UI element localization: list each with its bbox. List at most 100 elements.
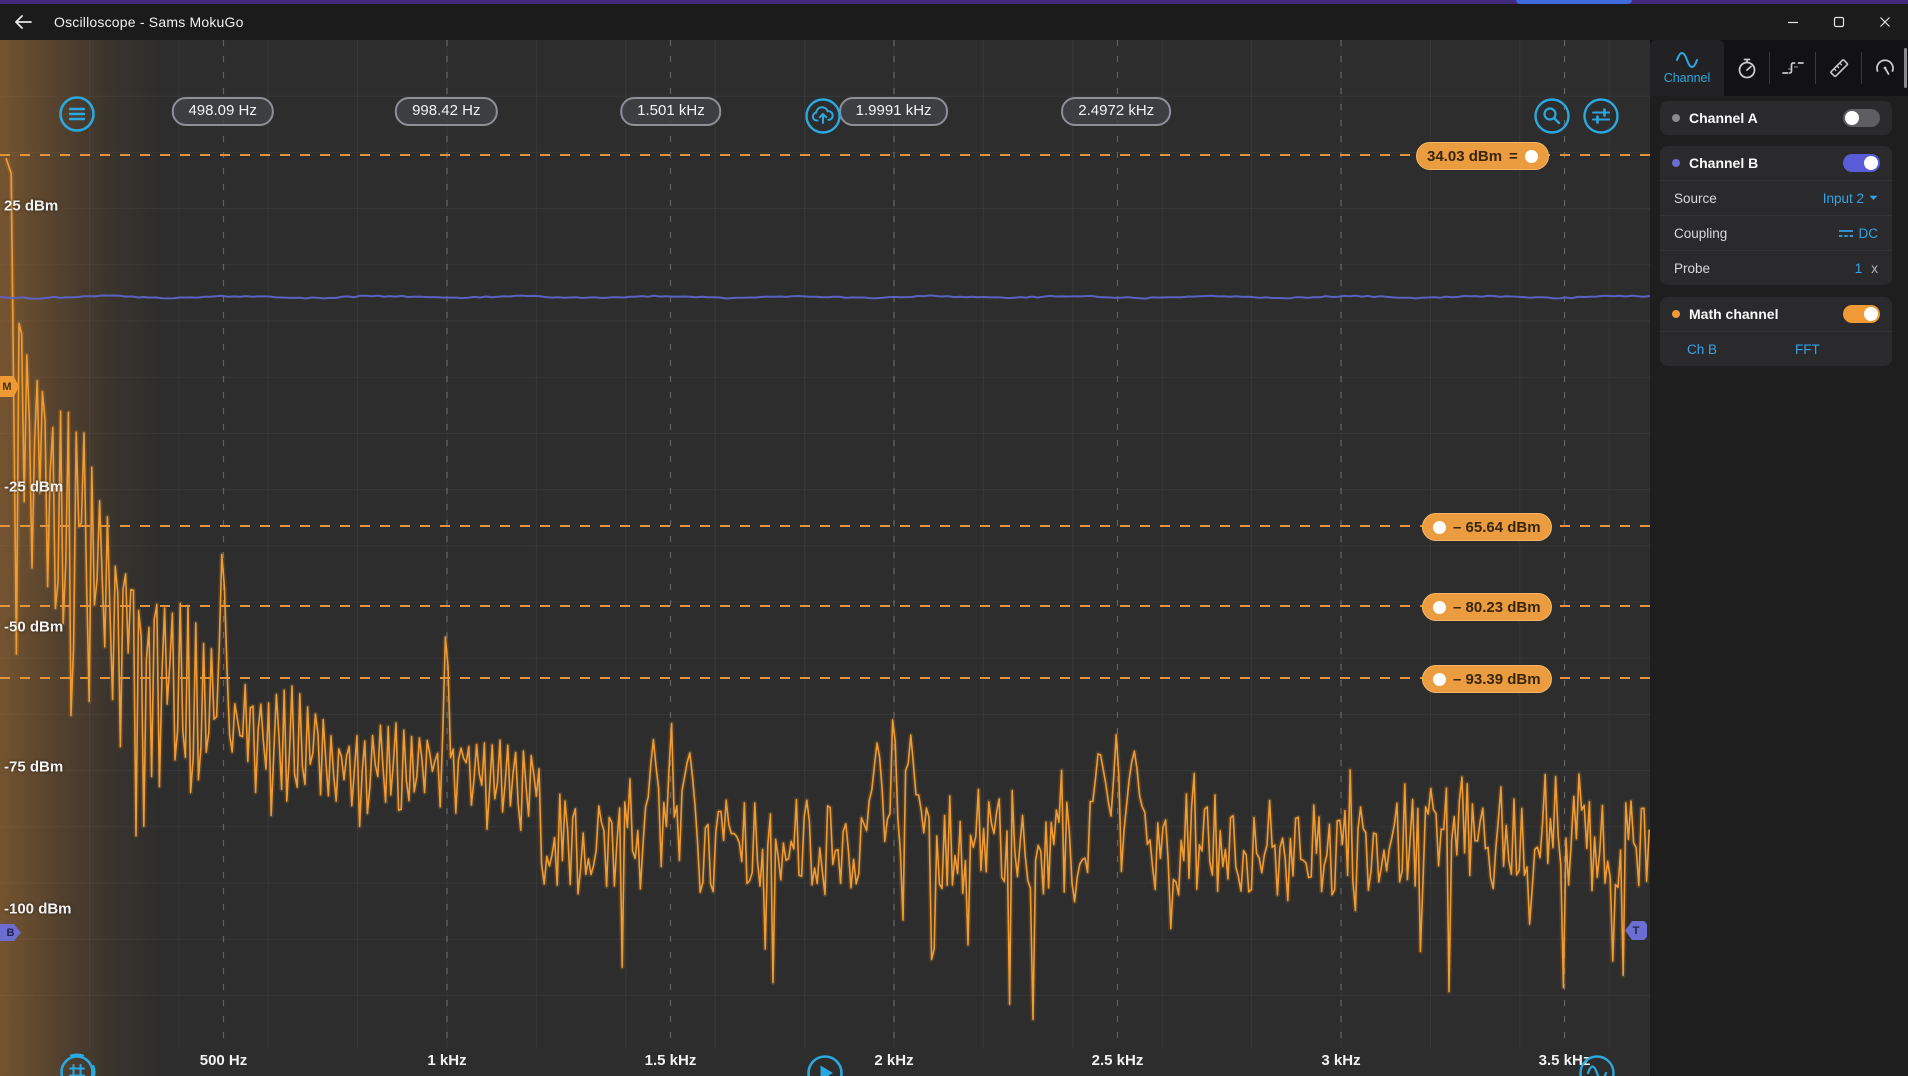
- math-config-row: Ch B FFT: [1660, 331, 1892, 366]
- tab-acquisition[interactable]: [1724, 40, 1770, 96]
- tab-measure[interactable]: [1816, 40, 1862, 96]
- frequency-marker-pill[interactable]: 2.4972 kHz: [1061, 97, 1171, 126]
- cloud-upload-icon: [803, 96, 843, 136]
- x-axis-tick-label: 1.5 kHz: [645, 1052, 697, 1069]
- level-cursor-pill[interactable]: – 80.23 dBm: [1422, 593, 1552, 621]
- probe-label: Probe: [1674, 261, 1855, 276]
- sidebar-tabbar: Channel: [1650, 40, 1908, 96]
- probe-row: Probe 1x: [1660, 250, 1892, 285]
- sidebar-scrollbar[interactable]: [1904, 48, 1907, 88]
- gauge-icon: [1873, 56, 1897, 80]
- cursor-handle-dot[interactable]: [1433, 521, 1446, 534]
- trace-layer: [0, 40, 1650, 1076]
- cursor-dashed-line: [0, 605, 1650, 607]
- x-axis-tick-label: 3 kHz: [1321, 1052, 1360, 1069]
- main-menu-button[interactable]: [57, 94, 97, 134]
- channel-b-card: Channel B Source Input 2 Coupling DC Pro…: [1660, 146, 1892, 285]
- max-level-value: 34.03 dBm: [1427, 148, 1502, 165]
- back-button[interactable]: [0, 4, 46, 40]
- channel-sine-icon: [1675, 51, 1699, 69]
- frequency-marker-pill[interactable]: 1.9991 kHz: [839, 97, 949, 126]
- x-axis-tick-label: 2 kHz: [874, 1052, 913, 1069]
- tab-probe-gauge[interactable]: [1862, 40, 1908, 96]
- settings-sidebar: Channel: [1650, 40, 1908, 1076]
- y-axis-tick-label: -50 dBm: [4, 619, 63, 636]
- toggle-knob: [1845, 111, 1859, 125]
- channel-a-toggle[interactable]: [1843, 109, 1880, 127]
- cloud-upload-button[interactable]: [803, 96, 843, 136]
- close-button[interactable]: [1862, 4, 1908, 40]
- channel-a-card: Channel A: [1660, 101, 1892, 135]
- probe-value: 1: [1855, 261, 1863, 276]
- step-function-icon: [1781, 56, 1805, 80]
- frequency-marker-pill[interactable]: 498.09 Hz: [171, 97, 273, 126]
- channel-b-toggle[interactable]: [1843, 154, 1880, 172]
- play-icon: [805, 1053, 845, 1076]
- display-settings-button[interactable]: [1581, 96, 1621, 136]
- source-value: Input 2: [1823, 191, 1864, 206]
- toggle-knob: [1864, 307, 1878, 321]
- coupling-row: Coupling DC: [1660, 215, 1892, 250]
- coupling-label: Coupling: [1674, 226, 1838, 241]
- tab-trigger[interactable]: [1770, 40, 1816, 96]
- y-axis-tick-label: -25 dBm: [4, 479, 63, 496]
- grid-icon: [57, 1052, 97, 1076]
- math-channel-color-dot: [1672, 310, 1680, 318]
- math-channel-card: Math channel Ch B FFT: [1660, 297, 1892, 366]
- y-axis-tick-label: -100 dBm: [4, 901, 72, 918]
- tab-channel-label: Channel: [1664, 71, 1711, 85]
- probe-unit: x: [1871, 261, 1878, 276]
- math-channel-title: Math channel: [1689, 306, 1843, 322]
- channel-b-title: Channel B: [1689, 155, 1843, 171]
- coupling-selector[interactable]: DC: [1838, 226, 1879, 241]
- source-dropdown[interactable]: Input 2: [1823, 191, 1878, 206]
- tab-channel[interactable]: Channel: [1650, 40, 1724, 96]
- window-controls: [1770, 4, 1908, 40]
- cursor-handle-dot[interactable]: [1433, 601, 1446, 614]
- window-title: Oscilloscope - Sams MokuGo: [54, 14, 244, 30]
- y-axis-tick-label: -75 dBm: [4, 759, 63, 776]
- minimize-button[interactable]: [1770, 4, 1816, 40]
- channel-a-title: Channel A: [1689, 110, 1843, 126]
- titlebar: Oscilloscope - Sams MokuGo: [0, 4, 1908, 40]
- stopwatch-icon: [1735, 56, 1759, 80]
- run-stop-button[interactable]: [805, 1053, 845, 1076]
- source-label: Source: [1674, 191, 1823, 206]
- maximize-button[interactable]: [1816, 4, 1862, 40]
- probe-selector[interactable]: 1x: [1855, 261, 1878, 276]
- chevron-down-icon: [1869, 195, 1878, 201]
- hamburger-menu-icon: [57, 94, 97, 134]
- cursor-dashed-line: [0, 677, 1650, 679]
- frequency-marker-pill[interactable]: 1.501 kHz: [620, 97, 722, 126]
- cursor-handle-dot[interactable]: [1525, 150, 1538, 163]
- source-row: Source Input 2: [1660, 180, 1892, 215]
- channel-a-color-dot: [1672, 114, 1680, 122]
- math-source-button[interactable]: Ch B: [1687, 342, 1717, 357]
- math-channel-toggle[interactable]: [1843, 305, 1880, 323]
- close-icon: [1879, 16, 1891, 28]
- grid-settings-button[interactable]: [57, 1052, 97, 1076]
- coupling-value: DC: [1859, 226, 1879, 241]
- x-axis-tick-label: 1 kHz: [427, 1052, 466, 1069]
- level-cursor-pill[interactable]: – 93.39 dBm: [1422, 665, 1552, 693]
- zoom-search-button[interactable]: [1532, 96, 1572, 136]
- app-window: { "window": { "title": "Oscilloscope - S…: [0, 0, 1908, 1076]
- waveform-source-button[interactable]: [1577, 1053, 1617, 1076]
- channel-b-color-dot: [1672, 159, 1680, 167]
- level-cursor-pill[interactable]: – 65.64 dBm: [1422, 513, 1552, 541]
- x-axis-tick-label: 2.5 kHz: [1092, 1052, 1144, 1069]
- max-level-cursor-pill[interactable]: 34.03 dBm =: [1416, 142, 1549, 170]
- ruler-icon: [1827, 56, 1851, 80]
- minimize-icon: [1787, 16, 1799, 28]
- x-axis-tick-label: 500 Hz: [200, 1052, 248, 1069]
- y-axis-tick-label: 25 dBm: [4, 198, 58, 215]
- math-operation-button[interactable]: FFT: [1795, 342, 1820, 357]
- toggle-knob: [1864, 156, 1878, 170]
- cursor-level-value: – 65.64 dBm: [1453, 519, 1541, 536]
- sliders-icon: [1581, 96, 1621, 136]
- cursor-level-value: – 93.39 dBm: [1453, 671, 1541, 688]
- cursor-level-value: – 80.23 dBm: [1453, 599, 1541, 616]
- cursor-handle-dot[interactable]: [1433, 673, 1446, 686]
- equals-sign: =: [1509, 148, 1518, 165]
- frequency-marker-pill[interactable]: 998.42 Hz: [395, 97, 497, 126]
